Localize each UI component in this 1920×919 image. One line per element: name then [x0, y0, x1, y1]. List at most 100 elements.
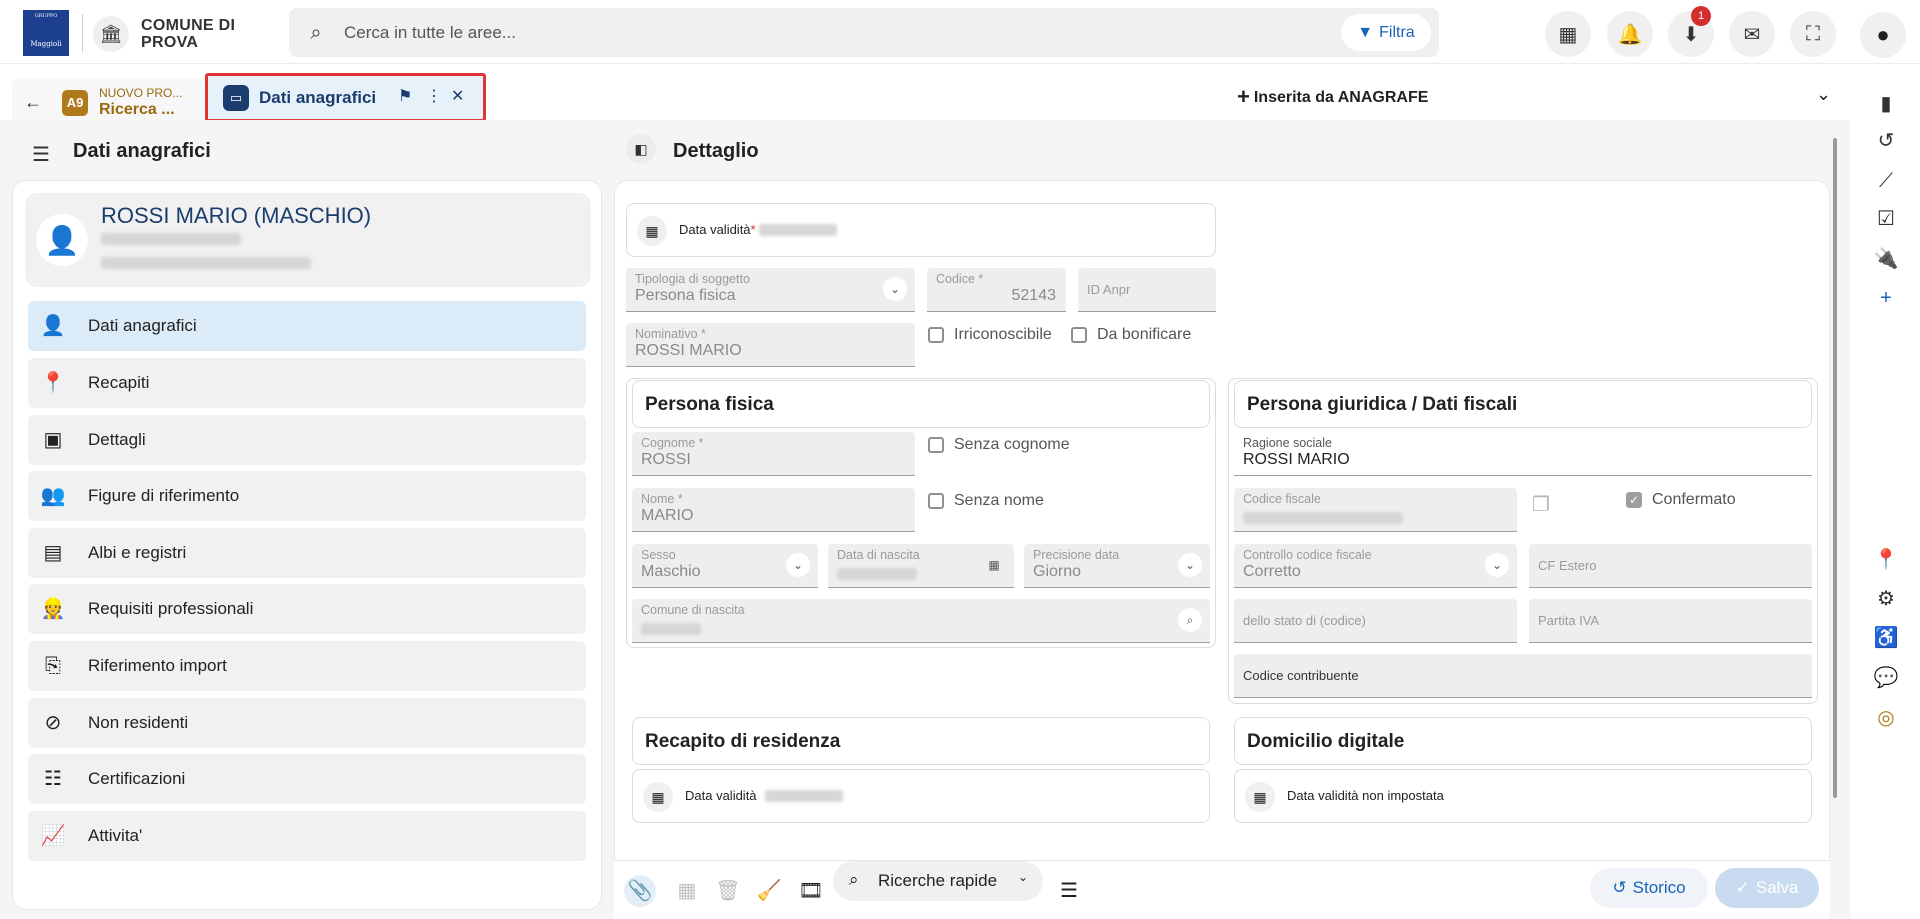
storico-button[interactable]: ↺ Storico	[1590, 868, 1708, 908]
sidebar-item-requisiti[interactable]: 👷 Requisiti professionali	[28, 584, 586, 634]
persona-giuridica-header: Persona giuridica / Dati fiscali	[1234, 380, 1812, 428]
sidebar-item-dettagli[interactable]: ▣ Dettagli	[28, 415, 586, 465]
recapito-data-box[interactable]: ▦ Data validità	[632, 769, 1210, 823]
cognome-field[interactable]: Cognome * ROSSI	[632, 432, 915, 476]
da-bonificare-checkbox[interactable]: Da bonificare	[1071, 326, 1191, 344]
user-profile-button[interactable]: ●	[1860, 12, 1906, 58]
bookmarks-icon[interactable]: ▮	[1872, 90, 1900, 118]
field-label: Precisione data	[1033, 548, 1120, 562]
blurred-birth-info	[101, 257, 311, 269]
film-icon[interactable]: 🎞	[795, 875, 827, 907]
irriconoscibile-checkbox[interactable]: Irriconoscibile	[928, 326, 1052, 344]
comune-nascita-field[interactable]: Comune di nascita ⌕	[632, 599, 1210, 643]
close-icon[interactable]: ✕	[451, 86, 464, 106]
ragione-sociale-field[interactable]: Ragione sociale ROSSI MARIO	[1234, 432, 1812, 476]
data-validita-box[interactable]: ▦ Data validità*	[626, 203, 1216, 257]
scrollbar[interactable]	[1833, 138, 1837, 798]
copy-icon[interactable]: ❐	[1532, 492, 1550, 517]
tab-dati-anagrafici[interactable]: ▭ Dati anagrafici ⚑ ⋮ ✕	[205, 73, 486, 122]
folder-icon: ▭	[223, 85, 249, 111]
codice-field[interactable]: Codice * 52143	[927, 268, 1066, 312]
calendar-icon[interactable]: ▦	[982, 553, 1006, 577]
checkbox-box[interactable]	[1071, 327, 1087, 343]
precisione-select[interactable]: Precisione data Giorno ⌄	[1024, 544, 1210, 588]
domicilio-data-box[interactable]: ▦ Data validità non impostata	[1234, 769, 1812, 823]
back-arrow-icon[interactable]: ←	[24, 92, 42, 113]
plugin-icon[interactable]: 🔌	[1872, 245, 1900, 273]
history-icon[interactable]: ↺	[1872, 127, 1900, 155]
search-input[interactable]: Cerca in tutte le aree...	[344, 23, 516, 43]
partita-iva-field[interactable]: Partita IVA	[1529, 599, 1812, 643]
chevron-down-icon[interactable]: ⌄	[883, 277, 907, 301]
checkbox-box[interactable]	[928, 327, 944, 343]
sesso-select[interactable]: Sesso Maschio ⌄	[632, 544, 818, 588]
location-icon[interactable]: 📍	[1872, 546, 1900, 574]
quick-search-label: Ricerche rapide	[878, 871, 998, 890]
save-button[interactable]: ✓ Salva	[1715, 868, 1819, 908]
sidebar-item-dati-anagrafici[interactable]: 👤 Dati anagrafici	[28, 301, 586, 351]
gear-icon[interactable]: ⚙	[1872, 585, 1900, 613]
chevron-down-icon[interactable]: ⌄	[786, 553, 810, 577]
controllo-cf-select[interactable]: Controllo codice fiscale Corretto ⌄	[1234, 544, 1517, 588]
section-title: Persona fisica	[645, 394, 774, 415]
list-icon[interactable]: ☰	[32, 142, 50, 167]
chevron-down-icon[interactable]: ⌄	[1485, 553, 1509, 577]
global-search[interactable]: ⌕ Cerca in tutte le aree... ▼ Filtra	[289, 8, 1439, 57]
support-icon[interactable]: ◎	[1872, 704, 1900, 732]
downloads-button[interactable]: ⬇ 1	[1668, 6, 1714, 57]
calendar-icon[interactable]: ▦	[1245, 782, 1275, 812]
checkbox-box[interactable]	[928, 493, 944, 509]
id-anpr-field[interactable]: ID Anpr	[1078, 268, 1216, 312]
checkbox-label: Senza nome	[954, 492, 1044, 509]
list-bullet-icon[interactable]: ☰	[1053, 875, 1085, 907]
chat-icon[interactable]: 💬	[1872, 664, 1900, 692]
codice-fiscale-field[interactable]: Codice fiscale	[1234, 488, 1517, 532]
checklist-icon[interactable]: ☑	[1872, 205, 1900, 233]
add-icon[interactable]: +	[1872, 284, 1900, 312]
chevron-down-icon[interactable]: ⌄	[1816, 84, 1831, 105]
codice-contribuente-field[interactable]: Codice contribuente	[1234, 654, 1812, 698]
tipologia-select[interactable]: Tipologia di soggetto Persona fisica ⌄	[626, 268, 915, 312]
sidebar-item-recapiti[interactable]: 📍 Recapiti	[28, 358, 586, 408]
more-vert-icon[interactable]: ⋮	[426, 86, 442, 106]
field-value: Corretto	[1243, 563, 1301, 580]
clean-icon[interactable]: 🧹	[753, 875, 785, 907]
nominativo-field[interactable]: Nominativo * ROSSI MARIO	[626, 323, 915, 367]
right-rail: ▮ ↺ ⟋ ☑ 🔌 + 📍 ⚙ ♿ 💬 ◎	[1850, 64, 1920, 919]
attachment-icon[interactable]: 📎	[624, 875, 656, 907]
checkbox-checked[interactable]: ✓	[1626, 492, 1642, 508]
data-nascita-field[interactable]: Data di nascita ▦	[828, 544, 1014, 588]
sidebar-item-figure[interactable]: 👥 Figure di riferimento	[28, 471, 586, 521]
detail-title: Dettaglio	[673, 140, 759, 162]
sidebar-item-attivita[interactable]: 📈 Attivita'	[28, 811, 586, 861]
cf-estero-field[interactable]: CF Estero	[1529, 544, 1812, 588]
accessibility-icon[interactable]: ♿	[1872, 624, 1900, 652]
calendar-icon[interactable]: ▦	[643, 782, 673, 812]
confermato-checkbox[interactable]: ✓ Confermato	[1626, 491, 1736, 509]
dashboard-button[interactable]: ▦	[1545, 11, 1591, 57]
quick-search-button[interactable]: ⌕ Ricerche rapide ⌄	[833, 861, 1043, 901]
chevron-down-icon[interactable]: ⌄	[1178, 553, 1202, 577]
tab-prev-subtitle: NUOVO PRO...	[99, 86, 183, 100]
checkbox-box[interactable]	[928, 437, 944, 453]
checkbox-label: Senza cognome	[954, 436, 1070, 453]
sidebar-item-certificazioni[interactable]: ☷ Certificazioni	[28, 754, 586, 804]
sidebar-item-non-residenti[interactable]: ⊘ Non residenti	[28, 698, 586, 748]
trending-icon[interactable]: ⟋	[1872, 167, 1900, 195]
checkbox-label: Da bonificare	[1097, 326, 1192, 343]
nome-field[interactable]: Nome * MARIO	[632, 488, 915, 532]
calendar-icon[interactable]: ▦	[637, 216, 667, 246]
senza-nome-checkbox[interactable]: Senza nome	[928, 492, 1044, 510]
notifications-button[interactable]: 🔔	[1607, 11, 1653, 57]
search-icon[interactable]: ⌕	[1178, 608, 1202, 632]
bookmark-icon[interactable]: ⚑	[398, 86, 412, 106]
filter-button[interactable]: ▼ Filtra	[1341, 14, 1431, 51]
senza-cognome-checkbox[interactable]: Senza cognome	[928, 436, 1070, 454]
panel-toggle-icon[interactable]: ◧	[626, 134, 656, 164]
fullscreen-button[interactable]: ⛶	[1790, 11, 1836, 57]
search-icon: ⌕	[849, 870, 859, 889]
mail-button[interactable]: ✉	[1729, 11, 1775, 57]
stato-codice-field[interactable]: dello stato di (codice)	[1234, 599, 1517, 643]
sidebar-item-import[interactable]: ⎘ Riferimento import	[28, 641, 586, 691]
sidebar-item-albi[interactable]: ▤ Albi e registri	[28, 528, 586, 578]
